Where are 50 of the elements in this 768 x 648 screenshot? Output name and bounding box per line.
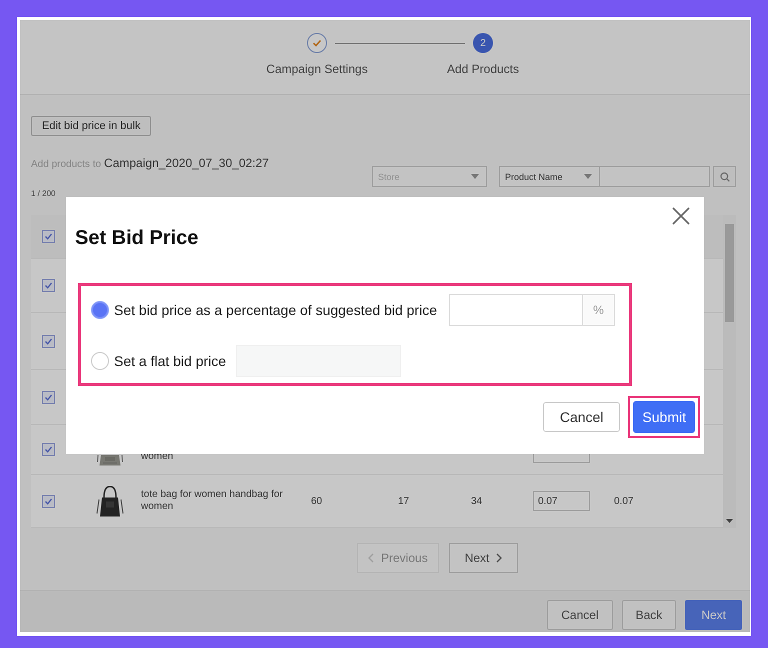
checkbox[interactable] [42,334,55,348]
check-icon [44,281,53,290]
checkbox[interactable] [42,230,55,243]
next-button[interactable]: Next [448,543,518,573]
scroll-thumb[interactable] [725,224,734,322]
product-name: tote bag for women handbag for women [141,489,283,512]
checkbox[interactable] [42,390,55,404]
selection-count: 1 / 200 [31,188,56,200]
option-label[interactable]: Set bid price as a percentage of suggested bid price [114,302,437,318]
table-cell: 60 [311,496,322,506]
radio-button[interactable] [91,352,109,370]
campaign-name: Campaign_2020_07_30_02:27 [104,156,269,170]
option-label[interactable]: Set a flat bid price [114,353,226,369]
checkbox[interactable] [42,494,55,508]
close-icon[interactable] [672,207,690,225]
footer-button[interactable]: Next [685,600,742,630]
table-cell: 0.07 [614,496,634,506]
check-icon [44,336,53,346]
checkbox[interactable] [42,443,55,456]
dialog-button[interactable]: Submit [633,401,695,433]
add-products-label: Add products to [31,159,102,170]
field-select[interactable]: Product Name [499,166,600,187]
dialog-button[interactable]: Cancel [542,402,620,432]
table-cell: 17 [398,496,410,506]
check-icon [44,445,53,454]
chevron-left-icon [368,553,374,563]
scroll-down-icon[interactable] [726,519,733,523]
chevron-right-icon [496,553,502,563]
check-icon [44,496,53,506]
step-label: Add Products [446,62,520,76]
scrollbar[interactable] [723,215,736,528]
step-label: Campaign Settings [266,62,368,76]
check-icon [44,232,53,241]
footer-button[interactable]: Cancel [547,600,613,630]
table-cell: 34 [471,496,482,506]
checkbox[interactable] [42,279,55,292]
caret-icon [584,174,592,179]
bid-input[interactable]: 0.07 [533,491,590,511]
search-icon [720,172,730,182]
caret-icon [471,174,479,179]
check-icon [44,392,53,402]
footer-button[interactable]: Back [622,600,676,630]
dialog-title: Set Bid Price [75,227,198,250]
search-button[interactable] [713,166,736,187]
check-icon [312,38,322,48]
edit-bulk-button[interactable]: Edit bid price in bulk [31,116,152,136]
step-number: 2 [480,38,486,48]
radio-button[interactable] [91,301,109,319]
percent-suffix: % [582,295,614,325]
search-field[interactable] [600,166,710,187]
